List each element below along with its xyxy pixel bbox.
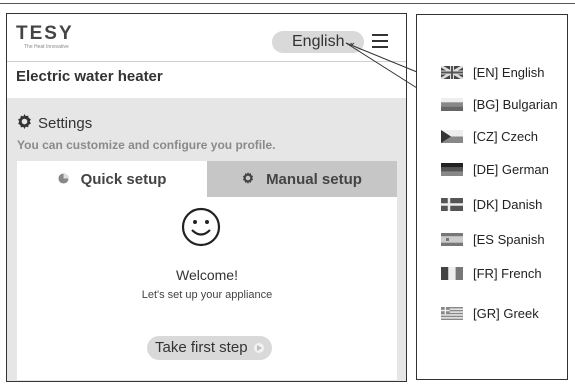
bulgaria-flag-icon	[441, 98, 463, 111]
device-title: Electric water heater	[16, 68, 163, 85]
czech-flag-icon	[441, 130, 463, 143]
app-screen: TESY The Heat Innovative English ⌄ Elect…	[6, 13, 407, 382]
language-button[interactable]: English ⌄	[272, 31, 365, 53]
language-option-bg[interactable]: [BG] Bulgarian	[441, 97, 558, 112]
settings-title: Settings	[38, 115, 93, 132]
settings-panel: Settings You can customize and configure…	[7, 98, 406, 381]
language-dropdown: [EN] English [BG] Bulgarian [CZ] Czech […	[416, 14, 568, 380]
clock-icon	[58, 171, 69, 188]
tesy-logo[interactable]: TESY The Heat Innovative	[16, 23, 74, 51]
welcome-card: Welcome! Let's set up your appliance Tak…	[17, 197, 397, 380]
language-option-label: [DE] German	[473, 162, 549, 177]
germany-flag-icon	[441, 163, 463, 176]
language-option-label: [ES Spanish	[473, 232, 545, 247]
settings-description: You can customize and configure you prof…	[17, 138, 276, 152]
logo-tagline: The Heat Innovative	[24, 44, 69, 50]
setup-tabs: Quick setup Manual setup	[17, 161, 397, 197]
gear-icon	[17, 114, 32, 133]
language-option-gr[interactable]: [GR] Greek	[441, 306, 539, 321]
uk-flag-icon	[441, 66, 463, 79]
language-option-label: [EN] English	[473, 65, 545, 80]
language-option-de[interactable]: [DE] German	[441, 162, 549, 177]
gear-icon	[242, 171, 254, 188]
chevron-down-icon: ⌄	[348, 37, 357, 47]
top-rule	[0, 3, 575, 4]
logo-wordmark: TESY	[16, 23, 74, 44]
language-option-label: [CZ] Czech	[473, 129, 539, 144]
smiley-icon	[181, 207, 221, 247]
welcome-heading: Welcome!	[176, 267, 238, 283]
hamburger-menu-icon[interactable]	[372, 34, 388, 48]
header-divider	[7, 61, 406, 62]
language-option-es[interactable]: [ES Spanish	[441, 232, 545, 247]
language-option-en[interactable]: [EN] English	[441, 65, 545, 80]
france-flag-icon	[441, 267, 463, 280]
tab-manual-setup-label: Manual setup	[266, 170, 362, 188]
language-option-dk[interactable]: [DK] Danish	[441, 197, 542, 212]
take-first-step-label: Take first step	[155, 339, 248, 356]
language-option-label: [DK] Danish	[473, 197, 543, 212]
language-button-label: English	[292, 33, 345, 50]
tab-quick-setup[interactable]: Quick setup	[17, 161, 207, 197]
app-header: TESY The Heat Innovative English ⌄	[7, 14, 406, 61]
take-first-step-button[interactable]: Take first step	[147, 336, 272, 360]
denmark-flag-icon	[441, 198, 463, 211]
greece-flag-icon	[441, 307, 463, 320]
welcome-subtext: Let's set up your appliance	[141, 289, 273, 301]
language-option-label: [GR] Greek	[473, 306, 539, 321]
language-option-fr[interactable]: [FR] French	[441, 266, 542, 281]
language-option-label: [FR] French	[473, 266, 542, 281]
play-icon	[253, 343, 264, 353]
spain-flag-icon	[441, 233, 463, 246]
settings-header: Settings	[17, 114, 92, 133]
tab-manual-setup[interactable]: Manual setup	[207, 161, 397, 197]
language-option-cz[interactable]: [CZ] Czech	[441, 129, 538, 144]
tab-quick-setup-label: Quick setup	[80, 170, 167, 188]
language-option-label: [BG] Bulgarian	[473, 97, 558, 112]
